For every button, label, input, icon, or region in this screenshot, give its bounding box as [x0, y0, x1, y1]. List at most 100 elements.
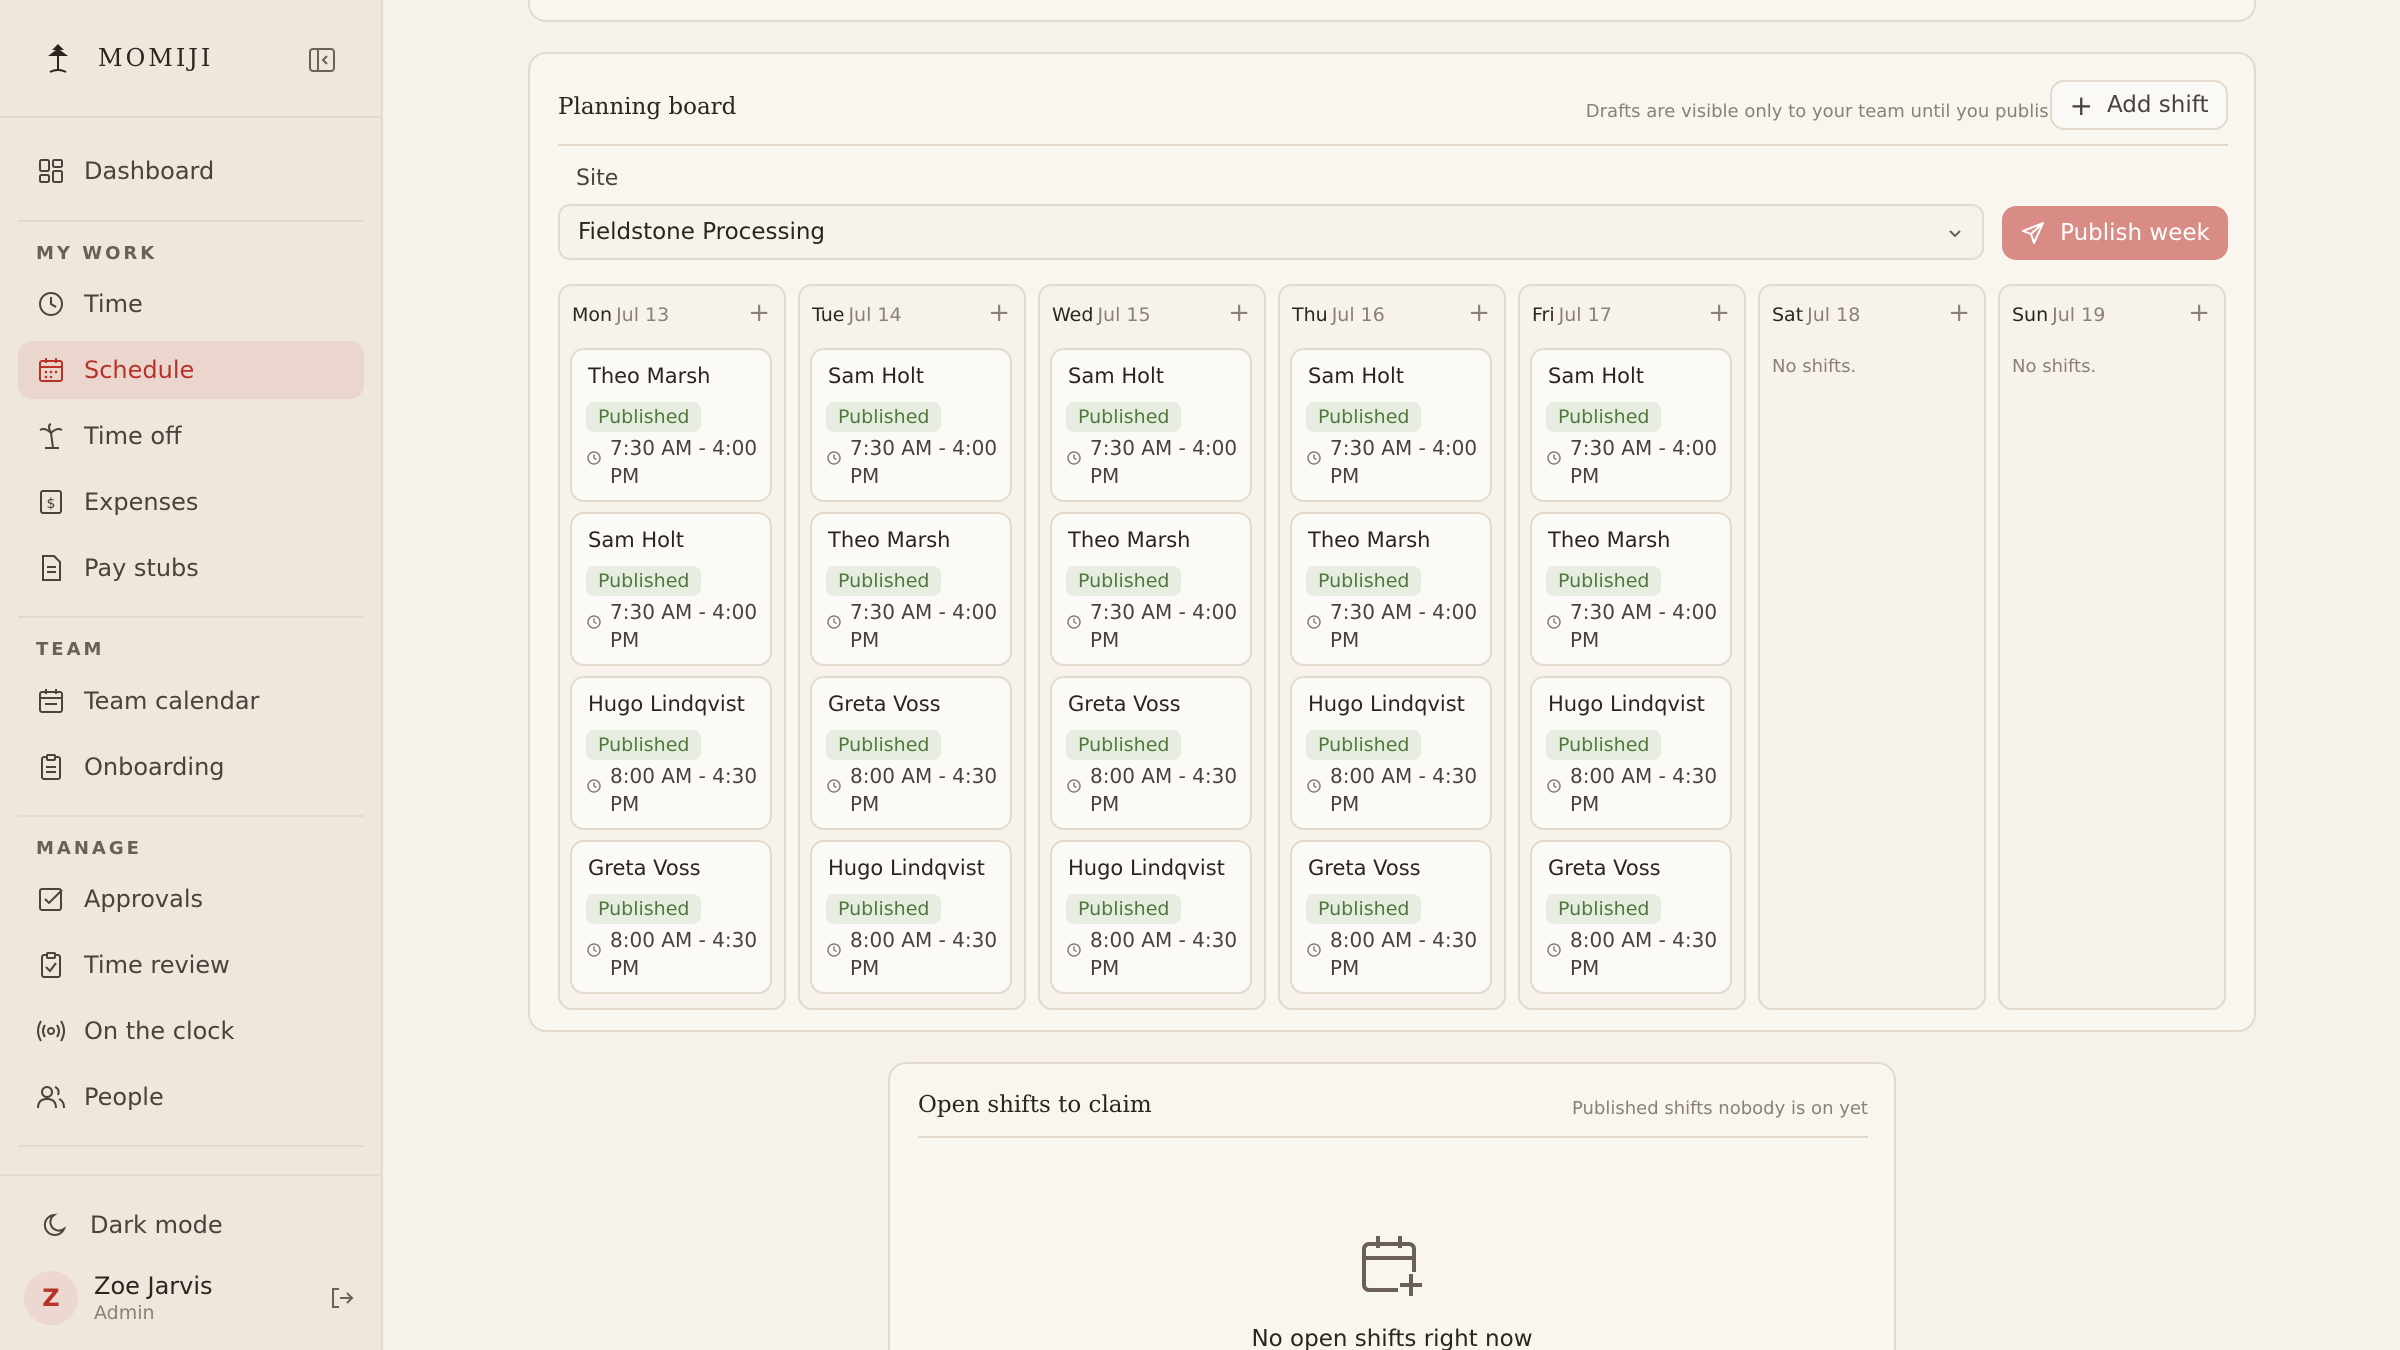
shift-card[interactable]: Hugo Lindqvist Published 8:00 AM - 4:30 PM [1050, 840, 1252, 994]
shift-card[interactable]: Sam Holt Published 7:30 AM - 4:00 PM [1530, 348, 1732, 502]
clock-icon [1307, 451, 1321, 465]
status-badge: Published [826, 402, 942, 432]
nav-label: Team calendar [84, 687, 260, 715]
publish-week-label: Publish week [2060, 220, 2210, 246]
nav-time-off[interactable]: Time off [18, 407, 364, 465]
status-badge: Published [586, 402, 702, 432]
send-icon [2022, 222, 2045, 244]
shift-employee: Greta Voss [1548, 856, 1661, 880]
add-day-shift-icon[interactable]: + [1228, 298, 1250, 328]
shift-time: 7:30 AM - 4:00 PM [1090, 600, 1238, 652]
sidebar-collapse-icon[interactable] [306, 44, 338, 76]
day-date: Jul 17 [1558, 304, 1612, 326]
no-shifts-text: No shifts. [1772, 356, 1857, 377]
add-day-shift-icon[interactable]: + [2188, 298, 2210, 328]
nav-time[interactable]: Time [18, 275, 364, 333]
shift-card[interactable]: Greta Voss Published 8:00 AM - 4:30 PM [1530, 840, 1732, 994]
shift-card[interactable]: Hugo Lindqvist Published 8:00 AM - 4:30 PM [570, 676, 772, 830]
add-day-shift-icon[interactable]: + [1948, 298, 1970, 328]
nav-time-review[interactable]: Time review [18, 936, 364, 994]
nav-expenses[interactable]: $ Expenses [18, 473, 364, 531]
clock-icon [39, 292, 63, 316]
add-shift-label: Add shift [2106, 92, 2209, 118]
shift-card[interactable]: Hugo Lindqvist Published 8:00 AM - 4:30 PM [1530, 676, 1732, 830]
status-badge: Published [826, 566, 942, 596]
shift-card[interactable]: Theo Marsh Published 7:30 AM - 4:00 PM [810, 512, 1012, 666]
shift-card[interactable]: Theo Marsh Published 7:30 AM - 4:00 PM [570, 348, 772, 502]
shift-card[interactable]: Greta Voss Published 8:00 AM - 4:30 PM [810, 676, 1012, 830]
shift-card[interactable]: Theo Marsh Published 7:30 AM - 4:00 PM [1290, 512, 1492, 666]
shift-card[interactable]: Sam Holt Published 7:30 AM - 4:00 PM [570, 512, 772, 666]
shift-card[interactable]: Sam Holt Published 7:30 AM - 4:00 PM [1050, 348, 1252, 502]
clipboard-icon [41, 754, 61, 780]
shift-card[interactable]: Theo Marsh Published 7:30 AM - 4:00 PM [1530, 512, 1732, 666]
nav-onboarding[interactable]: Onboarding [18, 738, 364, 796]
shift-time: 7:30 AM - 4:00 PM [1330, 436, 1478, 488]
add-shift-button[interactable]: + Add shift [2050, 80, 2228, 130]
clock-icon [587, 779, 601, 793]
brand[interactable]: MOMIJI [40, 36, 213, 80]
user-name: Zoe Jarvis [94, 1272, 213, 1300]
shift-time: 8:00 AM - 4:30 PM [1090, 928, 1238, 980]
shift-card[interactable]: Theo Marsh Published 7:30 AM - 4:00 PM [1050, 512, 1252, 666]
nav-pay-stubs[interactable]: Pay stubs [18, 539, 364, 597]
day-header: Fri Jul 17 [1532, 304, 1612, 326]
add-day-shift-icon[interactable]: + [1468, 298, 1490, 328]
no-shifts-text: No shifts. [2012, 356, 2097, 377]
publish-week-button[interactable]: Publish week [2002, 206, 2228, 260]
status-badge: Published [586, 730, 702, 760]
planning-board: Planning board Drafts are visible only t… [528, 52, 2256, 1032]
shift-employee: Hugo Lindqvist [1548, 692, 1705, 716]
logout-icon[interactable] [328, 1284, 356, 1312]
add-day-shift-icon[interactable]: + [988, 298, 1010, 328]
day-column: Wed Jul 15 + Sam Holt Published 7:30 AM - 4:0… [1038, 284, 1266, 1010]
nav-label: People [84, 1083, 164, 1111]
dark-mode-label: Dark mode [90, 1211, 223, 1239]
avatar: Z [24, 1271, 78, 1325]
shift-card[interactable]: Greta Voss Published 8:00 AM - 4:30 PM [570, 840, 772, 994]
add-day-shift-icon[interactable]: + [1708, 298, 1730, 328]
shift-card[interactable]: Hugo Lindqvist Published 8:00 AM - 4:30 PM [810, 840, 1012, 994]
shift-time: 8:00 AM - 4:30 PM [1090, 764, 1238, 816]
nav-schedule[interactable]: Schedule [18, 341, 364, 399]
shift-card[interactable]: Sam Holt Published 7:30 AM - 4:00 PM [810, 348, 1012, 502]
nav-label: Dashboard [84, 157, 215, 185]
nav-label: Approvals [84, 885, 203, 913]
nav-dashboard[interactable]: Dashboard [18, 142, 364, 200]
add-day-shift-icon[interactable]: + [748, 298, 770, 328]
plus-icon: + [2069, 88, 2093, 122]
day-column: Fri Jul 17 + Sam Holt Published 7:30 AM - 4:0… [1518, 284, 1746, 1010]
nav-people[interactable]: People [18, 1068, 364, 1126]
nav-approvals[interactable]: Approvals [18, 870, 364, 928]
status-badge: Published [586, 566, 702, 596]
dark-mode-toggle[interactable]: Dark mode [24, 1196, 370, 1254]
broadcast-icon [37, 1020, 65, 1042]
shift-card[interactable]: Sam Holt Published 7:30 AM - 4:00 PM [1290, 348, 1492, 502]
shift-time: 7:30 AM - 4:00 PM [1570, 436, 1718, 488]
clock-icon [1067, 943, 1081, 957]
calendar-icon [39, 689, 63, 713]
shift-time: 7:30 AM - 4:00 PM [1570, 600, 1718, 652]
clock-icon [827, 943, 841, 957]
shift-time: 7:30 AM - 4:00 PM [850, 436, 998, 488]
day-column: Sat Jul 18 + No shifts. [1758, 284, 1986, 1010]
svg-text:$: $ [47, 496, 56, 512]
day-name: Mon [572, 304, 613, 326]
divider [918, 1136, 1868, 1138]
user-profile[interactable]: Z Zoe Jarvis Admin [24, 1268, 364, 1328]
day-header: Mon Jul 13 [572, 304, 669, 326]
board-title: Planning board [558, 94, 737, 120]
sidebar-divider [18, 1145, 364, 1147]
shift-card[interactable]: Hugo Lindqvist Published 8:00 AM - 4:30 PM [1290, 676, 1492, 830]
day-header: Wed Jul 15 [1052, 304, 1151, 326]
shift-card[interactable]: Greta Voss Published 8:00 AM - 4:30 PM [1290, 840, 1492, 994]
nav-team-calendar[interactable]: Team calendar [18, 672, 364, 730]
nav-on-the-clock[interactable]: On the clock [18, 1002, 364, 1060]
site-select[interactable]: Fieldstone Processing [558, 204, 1984, 260]
user-meta: Zoe Jarvis Admin [94, 1272, 213, 1324]
brand-name: MOMIJI [98, 44, 214, 72]
status-badge: Published [1306, 730, 1422, 760]
shift-time: 8:00 AM - 4:30 PM [1570, 928, 1718, 980]
shift-employee: Sam Holt [1548, 364, 1645, 388]
shift-card[interactable]: Greta Voss Published 8:00 AM - 4:30 PM [1050, 676, 1252, 830]
